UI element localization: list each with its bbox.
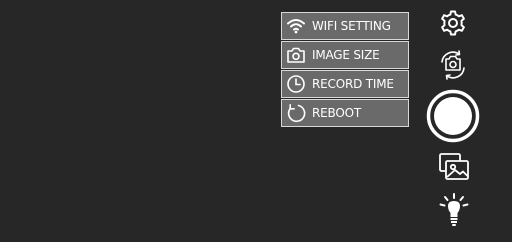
settings-menu: WIFI SETTING IMAGE SIZE RECORD TIME REBO… <box>281 12 409 128</box>
menu-item-label: WIFI SETTING <box>312 19 391 33</box>
light-button[interactable] <box>438 192 470 232</box>
switch-camera-button[interactable] <box>436 50 470 84</box>
lightbulb-icon <box>438 192 470 232</box>
gallery-icon <box>438 152 470 186</box>
menu-item-image-size[interactable]: IMAGE SIZE <box>281 41 409 69</box>
camera-toolbar <box>424 0 484 242</box>
shutter-icon <box>426 89 480 147</box>
shutter-button[interactable] <box>426 89 480 147</box>
clock-icon <box>285 73 307 95</box>
menu-item-label: REBOOT <box>312 106 361 120</box>
menu-item-label: IMAGE SIZE <box>312 48 380 62</box>
switch-camera-icon <box>437 50 469 84</box>
settings-button[interactable] <box>438 10 468 40</box>
menu-item-reboot[interactable]: REBOOT <box>281 99 409 127</box>
menu-item-label: RECORD TIME <box>312 77 394 91</box>
menu-item-wifi-setting[interactable]: WIFI SETTING <box>281 12 409 40</box>
gallery-button[interactable] <box>438 153 470 185</box>
gear-icon <box>439 9 467 41</box>
reboot-icon <box>285 102 307 124</box>
camera-icon <box>285 44 307 66</box>
wifi-icon <box>285 15 307 37</box>
camera-screen: WIFI SETTING IMAGE SIZE RECORD TIME REBO… <box>0 0 512 242</box>
menu-item-record-time[interactable]: RECORD TIME <box>281 70 409 98</box>
